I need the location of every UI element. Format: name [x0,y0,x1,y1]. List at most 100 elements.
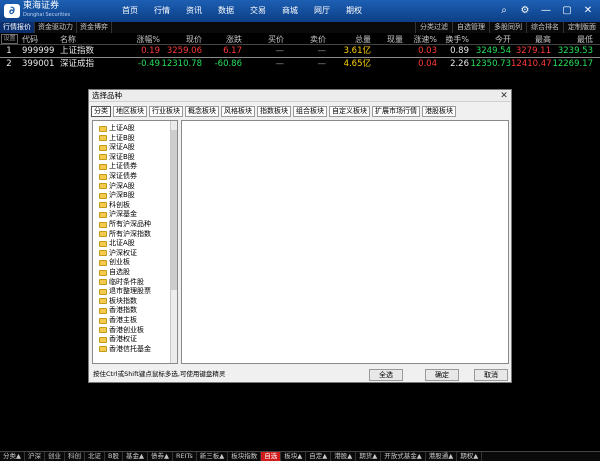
maximize-icon[interactable]: ▢ [561,5,573,17]
nav-item[interactable]: 商城 [274,0,306,22]
market-tab[interactable]: 北证 [85,452,105,461]
header-name[interactable]: 名称 [56,34,120,44]
toolbar-button[interactable]: 综合排名 [526,22,563,33]
header-pct[interactable]: 涨幅% [120,34,160,44]
tree-item[interactable]: 沪深A股 [99,182,135,191]
market-tab[interactable]: 新三板▲ [197,452,229,461]
tree-scrollbar[interactable] [170,121,177,363]
market-tab[interactable]: 板块指数 [228,452,262,461]
header-code[interactable]: 代码 [18,34,56,44]
tree-item[interactable]: 科创板 [99,201,130,210]
subtab[interactable]: 资金博弈 [77,22,112,33]
tree-item[interactable]: 深证B股 [99,153,135,162]
select-all-button[interactable]: 全选 [369,369,403,381]
header-open[interactable]: 今开 [469,34,511,44]
variety-list[interactable] [181,120,509,364]
table-row[interactable]: 1 999999 上证指数 0.19 3259.06 6.17 — — 3.61… [0,45,600,58]
market-tab[interactable]: 期货▲ [356,452,382,461]
header-cur[interactable]: 现量 [371,34,403,44]
market-tab[interactable]: 港股通▲ [426,452,458,461]
market-tab[interactable]: 板块▲ [281,452,307,461]
nav-item[interactable]: 数据 [210,0,242,22]
header-high[interactable]: 最高 [511,34,551,44]
market-tab[interactable]: 创业 [45,452,65,461]
dialog-tab[interactable]: 港股板块 [422,106,456,117]
dialog-tab[interactable]: 扩展市场行情 [372,106,420,117]
tree-scrollbar-thumb[interactable] [171,130,177,290]
market-tab[interactable]: 自定▲ [306,452,332,461]
ok-button[interactable]: 确定 [425,369,459,381]
header-price[interactable]: 现价 [160,34,202,44]
header-vol[interactable]: 总量 [326,34,371,44]
subtab[interactable]: 资金驱动力 [35,22,77,33]
nav-item[interactable]: 首页 [114,0,146,22]
tree-item[interactable]: 退市整理股票 [99,287,151,296]
column-settings-button[interactable]: 设置 [1,34,18,44]
table-row[interactable]: 2 399001 深证成指 -0.49 12310.78 -60.86 — — … [0,58,600,71]
market-tab[interactable]: B股 [105,452,123,461]
nav-item[interactable]: 期权 [338,0,370,22]
market-tab[interactable]: 港股▲ [331,452,357,461]
tree-item[interactable]: 沪深权证 [99,249,137,258]
search-icon[interactable]: ⌕ [498,5,510,17]
tree-item[interactable]: 香港权证 [99,335,137,344]
tree-item[interactable]: 香港信托基金 [99,345,151,354]
close-icon[interactable]: ✕ [582,5,594,17]
tree-item[interactable]: 自选股 [99,268,130,277]
dialog-tab[interactable]: 指数板块 [257,106,291,117]
dialog-tab[interactable]: 概念板块 [185,106,219,117]
tree-item[interactable]: 所有沪深指数 [99,230,151,239]
tree-item[interactable]: 香港创业板 [99,326,144,335]
header-turn[interactable]: 换手% [437,34,469,44]
tree-item[interactable]: 深证债券 [99,172,137,181]
header-spd[interactable]: 涨速% [403,34,437,44]
toolbar-button[interactable]: 自选管理 [452,22,489,33]
tree-item[interactable]: 上证B股 [99,134,135,143]
toolbar-button[interactable]: 多股同列 [489,22,526,33]
minimize-icon[interactable]: — [540,5,552,17]
tree-item[interactable]: 香港指数 [99,306,137,315]
tree-item[interactable]: 深证A股 [99,143,135,152]
tree-item[interactable]: 创业板 [99,258,130,267]
tree-item[interactable]: 上证A股 [99,124,135,133]
dialog-titlebar[interactable]: 选择品种 ✕ [89,90,511,102]
nav-item[interactable]: 交易 [242,0,274,22]
cancel-button[interactable]: 取消 [474,369,508,381]
market-tab[interactable]: 自选 [261,452,282,461]
toolbar-button[interactable]: 分类过滤 [415,22,452,33]
nav-item[interactable]: 网厅 [306,0,338,22]
dialog-tab[interactable]: 行业板块 [149,106,183,117]
nav-item[interactable]: 资讯 [178,0,210,22]
header-sell[interactable]: 卖价 [284,34,326,44]
market-tab[interactable]: REITs [173,452,197,461]
tree-item[interactable]: 北证A股 [99,239,135,248]
dialog-tab[interactable]: 组合板块 [293,106,327,117]
tree-item[interactable]: 沪深B股 [99,191,135,200]
dialog-tab[interactable]: 分类 [91,106,111,117]
subtab[interactable]: 行情报价 [0,22,35,33]
dialog-tab[interactable]: 地区板块 [113,106,147,117]
tree-item[interactable]: 临时条件股 [99,278,144,287]
tree-item[interactable]: 上证债券 [99,162,137,171]
market-tab[interactable]: 债券▲ [148,452,173,461]
dialog-close-icon[interactable]: ✕ [499,91,509,101]
tree-item[interactable]: 板块指数 [99,297,137,306]
header-buy[interactable]: 买价 [242,34,284,44]
header-low[interactable]: 最低 [551,34,593,44]
dialog-tab[interactable]: 自定义板块 [329,106,370,117]
market-tab[interactable]: 开放式基金▲ [381,452,426,461]
nav-item[interactable]: 行情 [146,0,178,22]
market-tab[interactable]: 科创 [65,452,85,461]
tree-item[interactable]: 所有沪深品种 [99,220,151,229]
market-tab[interactable]: 沪深 [25,452,45,461]
header-chg[interactable]: 涨跌 [202,34,242,44]
toolbar-button[interactable]: 定制版面 [563,22,600,33]
gear-icon[interactable]: ⚙ [519,5,531,17]
market-tab[interactable]: 基金▲ [123,452,148,461]
market-tab[interactable]: 分类▲ [0,452,25,461]
tree-item[interactable]: 香港主板 [99,316,137,325]
market-tab[interactable]: 期权▲ [457,452,483,461]
tree-item[interactable]: 沪深基金 [99,210,137,219]
folder-icon [99,240,107,247]
dialog-tab[interactable]: 风格板块 [221,106,255,117]
